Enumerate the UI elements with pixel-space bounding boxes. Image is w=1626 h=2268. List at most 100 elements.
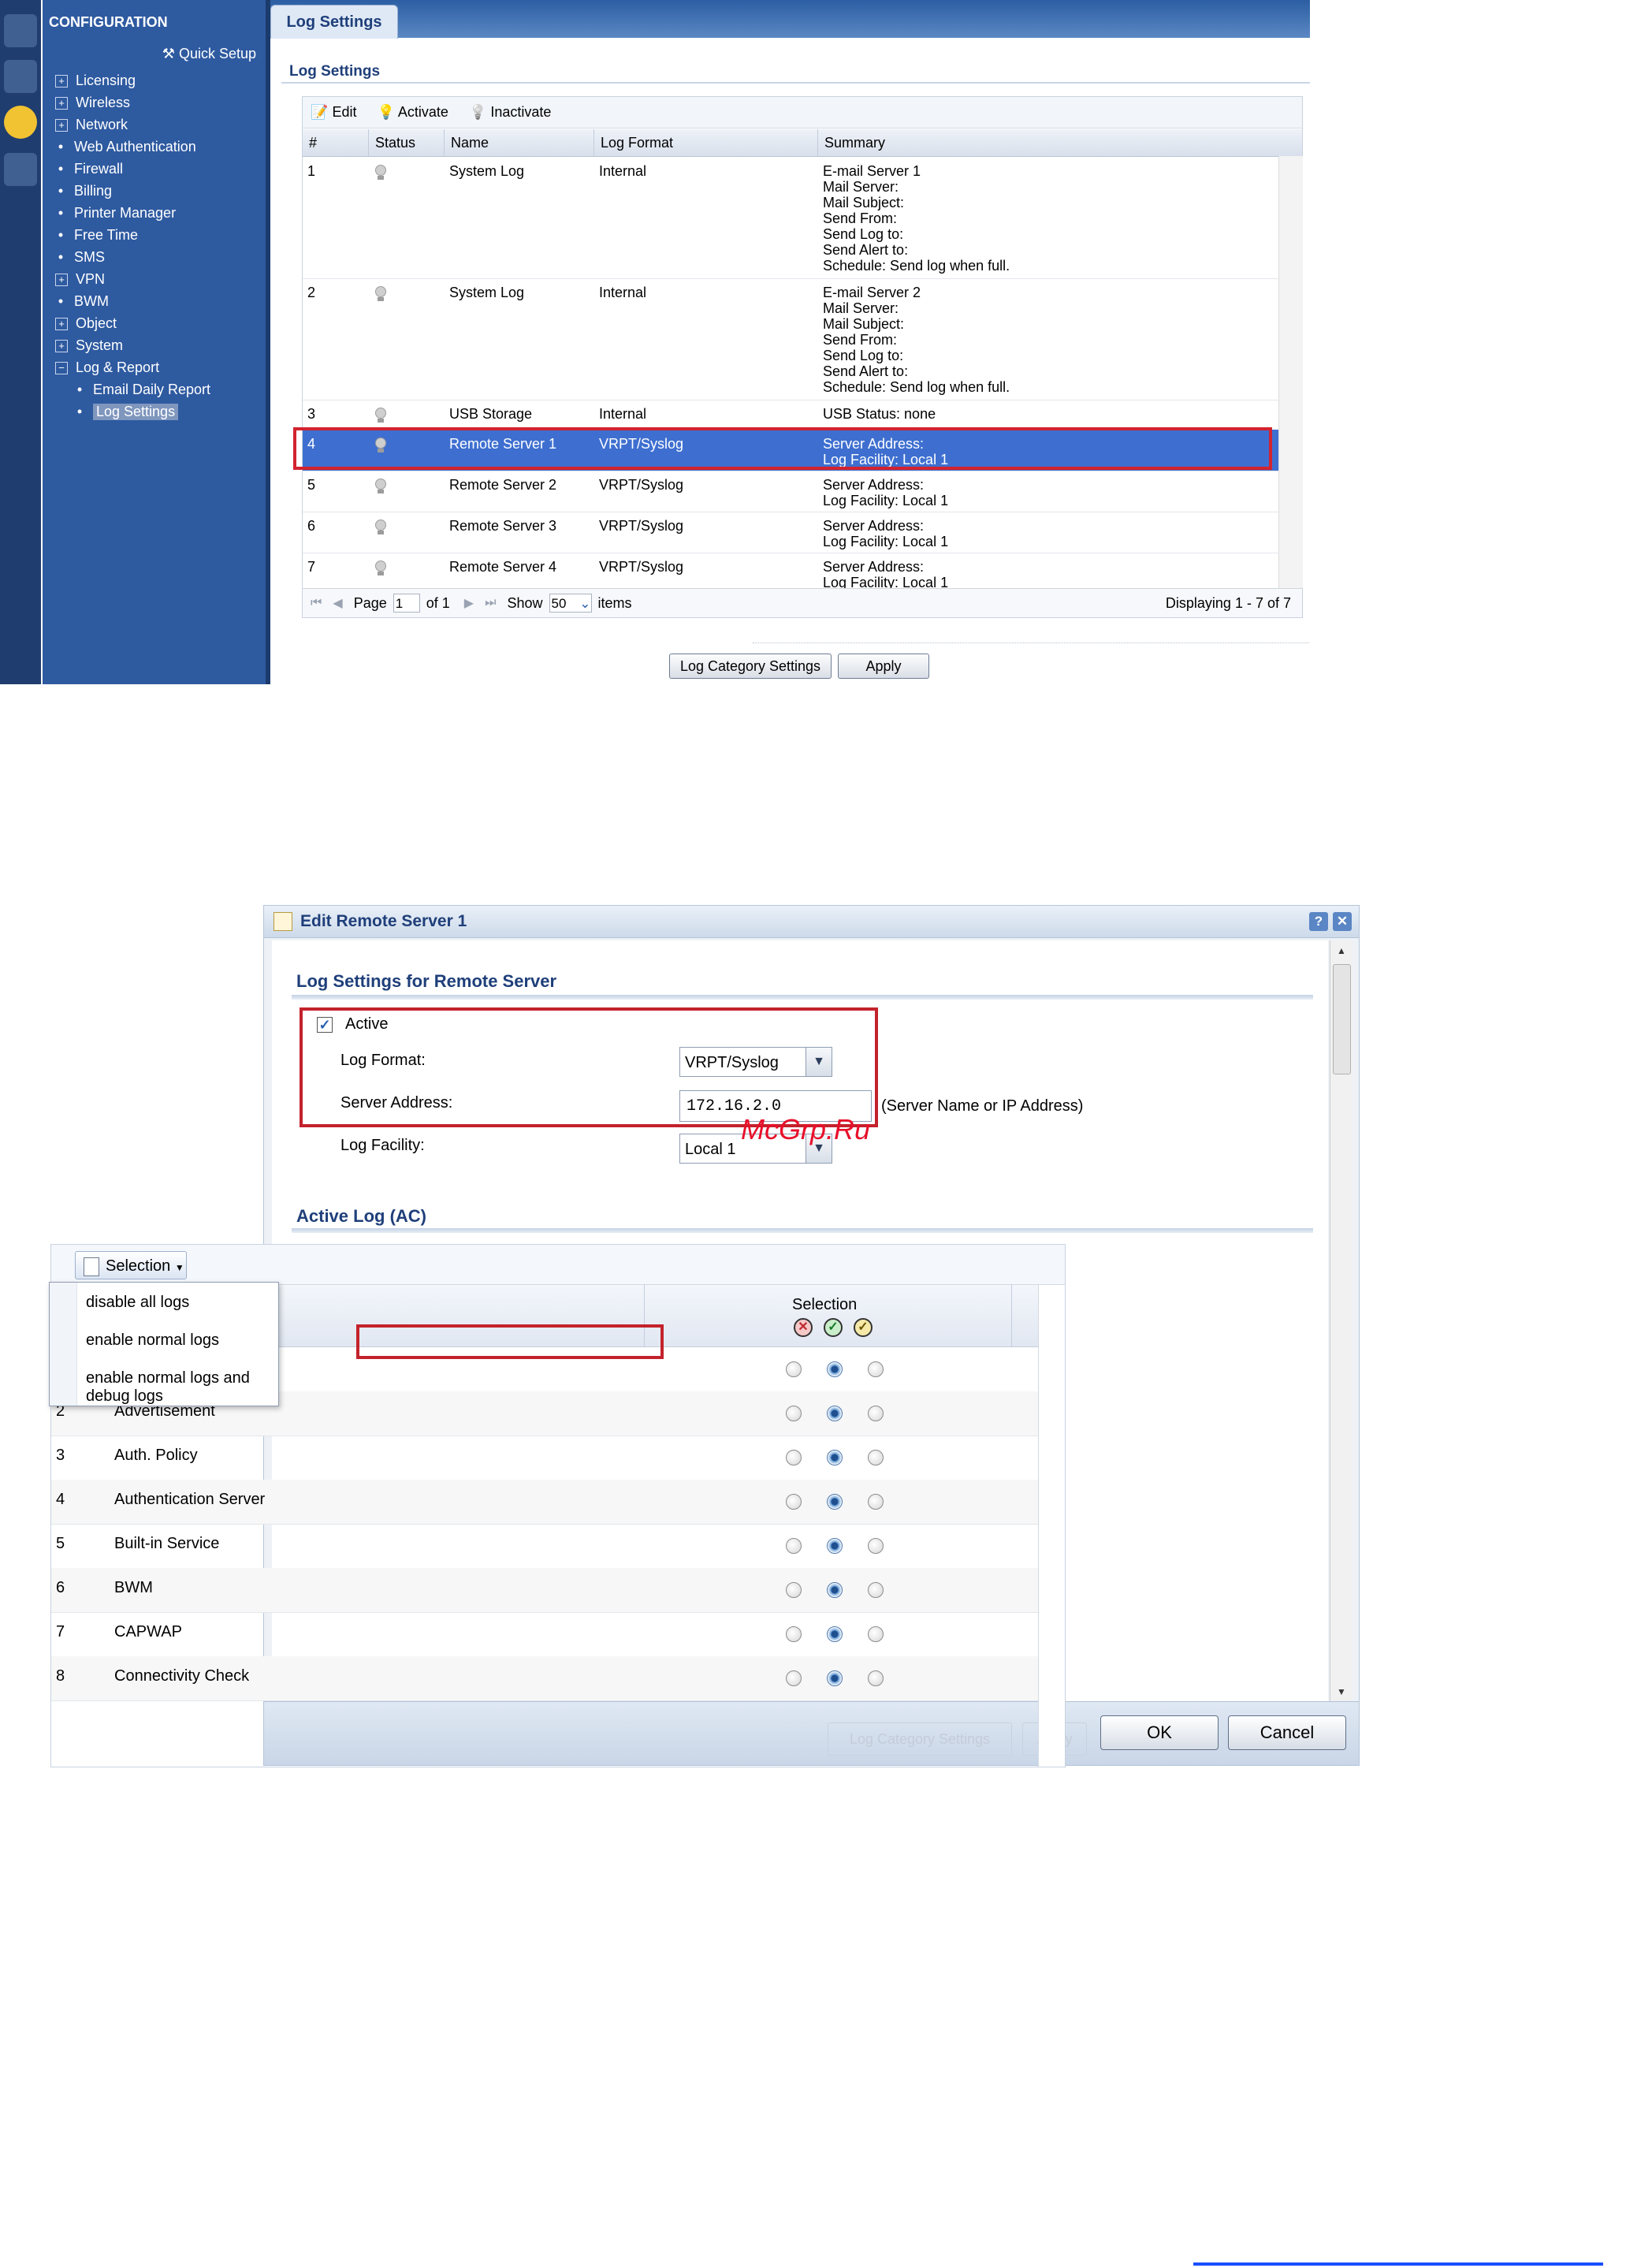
table-row[interactable]: 6 Remote Server 3 VRPT/Syslog Server Addres… xyxy=(303,512,1278,553)
expand-toggle-icon[interactable]: + xyxy=(55,339,68,352)
normal-radio[interactable] xyxy=(827,1450,843,1465)
sidebar-item[interactable]: + Wireless xyxy=(55,95,130,111)
scrollbar-thumb[interactable] xyxy=(1333,964,1351,1074)
debug-radio[interactable] xyxy=(868,1626,884,1642)
selection-button[interactable]: Selection ▼ xyxy=(75,1251,187,1279)
page-input[interactable]: 1 xyxy=(393,594,420,613)
expand-toggle-icon[interactable]: + xyxy=(55,317,68,330)
enable-debug-icon[interactable]: ✓ xyxy=(854,1318,873,1337)
table-row[interactable]: 1 System Log Internal E-mail Server 1 Mail … xyxy=(303,157,1278,279)
sidebar-item[interactable]: + System xyxy=(55,337,123,354)
sidebar-subitem[interactable]: • Email Daily Report xyxy=(74,382,210,398)
expand-toggle-icon[interactable]: + xyxy=(55,273,68,286)
sidebar-item[interactable]: • BWM xyxy=(55,293,109,310)
next-page-icon[interactable]: ▶ xyxy=(464,595,474,611)
selection-dropdown-menu: disable all logs enable normal logs enab… xyxy=(49,1282,279,1406)
dialog-scrollbar[interactable]: ▲ ▼ xyxy=(1330,940,1353,1701)
sidebar-item[interactable]: • SMS xyxy=(55,249,105,266)
disable-all-icon[interactable]: ✕ xyxy=(794,1318,813,1337)
sidebar-item[interactable]: + Licensing xyxy=(55,73,136,89)
disable-radio[interactable] xyxy=(786,1626,802,1642)
column-summary[interactable]: Summary xyxy=(818,129,1302,156)
debug-radio[interactable] xyxy=(868,1582,884,1598)
normal-radio[interactable] xyxy=(827,1626,843,1642)
debug-radio[interactable] xyxy=(868,1494,884,1510)
items-label: items xyxy=(597,594,632,611)
edit-button[interactable]: 📝 Edit xyxy=(311,104,356,121)
column-number[interactable]: # xyxy=(303,129,369,156)
normal-radio[interactable] xyxy=(827,1361,843,1377)
normal-radio[interactable] xyxy=(827,1494,843,1510)
sidebar-item[interactable]: • Web Authentication xyxy=(55,139,196,155)
sidebar-item[interactable]: + Object xyxy=(55,315,117,332)
expand-toggle-icon[interactable]: − xyxy=(55,361,68,374)
column-name[interactable]: Name xyxy=(445,129,594,156)
menu-item-disable-all[interactable]: disable all logs xyxy=(86,1294,189,1312)
tab-log-settings[interactable]: Log Settings xyxy=(270,5,398,39)
first-page-icon[interactable]: ⏮ xyxy=(311,596,322,610)
column-log-format[interactable]: Log Format xyxy=(594,129,818,156)
last-page-icon[interactable]: ⏭ xyxy=(485,596,496,610)
table-row[interactable]: 5 Remote Server 2 VRPT/Syslog Server Addres… xyxy=(303,471,1278,512)
scroll-down-icon[interactable]: ▼ xyxy=(1337,1686,1346,1697)
sidebar-item[interactable]: − Log & Report xyxy=(55,359,159,376)
column-status[interactable]: Status xyxy=(369,129,445,156)
table-row[interactable]: 3 USB Storage Internal USB Status: none xyxy=(303,400,1278,430)
sidebar-item[interactable]: + Network xyxy=(55,117,128,133)
apply-button[interactable]: Apply xyxy=(838,654,929,679)
debug-radio[interactable] xyxy=(868,1406,884,1421)
expand-toggle-icon[interactable]: + xyxy=(55,96,68,110)
debug-radio[interactable] xyxy=(868,1361,884,1377)
log-category-settings-button[interactable]: Log Category Settings xyxy=(669,654,832,679)
dashboard-icon[interactable] xyxy=(4,14,37,47)
menu-item-enable-debug[interactable]: enable normal logs and debug logs xyxy=(86,1369,278,1406)
quick-setup-link[interactable]: ⚒ Quick Setup xyxy=(162,46,256,62)
active-log-scrollbar[interactable] xyxy=(1038,1285,1065,1767)
expand-toggle-icon[interactable]: + xyxy=(55,118,68,132)
page-size-select[interactable]: 50 ⌄ xyxy=(549,594,592,613)
help-icon[interactable]: ? xyxy=(1309,912,1328,931)
inactivate-button[interactable]: 💡 Inactivate xyxy=(469,104,551,121)
row-name: Remote Server 4 xyxy=(449,559,557,575)
normal-radio[interactable] xyxy=(827,1582,843,1598)
ok-button[interactable]: OK xyxy=(1100,1715,1219,1750)
configuration-sidebar: CONFIGURATION ⚒ Quick Setup + Licensing + W… xyxy=(43,0,266,684)
normal-radio[interactable] xyxy=(827,1538,843,1554)
sidebar-item[interactable]: • Billing xyxy=(55,183,112,199)
normal-radio[interactable] xyxy=(827,1670,843,1686)
activate-button[interactable]: 💡 Activate xyxy=(377,104,448,121)
sidebar-subitem[interactable]: • Log Settings xyxy=(74,404,179,420)
expand-toggle-icon[interactable]: + xyxy=(55,74,68,88)
sidebar-item[interactable]: • Printer Manager xyxy=(55,205,176,222)
table-scrollbar[interactable] xyxy=(1278,156,1303,588)
disable-radio[interactable] xyxy=(786,1494,802,1510)
sidebar-item-label: Firewall xyxy=(74,161,124,177)
disable-radio[interactable] xyxy=(786,1582,802,1598)
scroll-up-icon[interactable]: ▲ xyxy=(1337,945,1346,956)
configuration-gear-icon[interactable] xyxy=(4,106,37,139)
sidebar-item[interactable]: • Free Time xyxy=(55,227,138,244)
disable-radio[interactable] xyxy=(786,1406,802,1421)
debug-radio[interactable] xyxy=(868,1538,884,1554)
enable-normal-icon[interactable]: ✓ xyxy=(824,1318,843,1337)
debug-radio[interactable] xyxy=(868,1450,884,1465)
row-name: USB Storage xyxy=(449,406,533,422)
monitor-icon[interactable] xyxy=(4,60,37,93)
table-row[interactable]: 2 System Log Internal E-mail Server 2 Mail … xyxy=(303,278,1278,400)
sidebar-item-label: Free Time xyxy=(74,227,139,243)
bullet-icon: • xyxy=(76,382,83,397)
close-icon[interactable]: ✕ xyxy=(1333,912,1352,931)
maintenance-icon[interactable] xyxy=(4,153,37,186)
sidebar-item[interactable]: • Firewall xyxy=(55,161,123,177)
disable-radio[interactable] xyxy=(786,1450,802,1465)
disable-radio[interactable] xyxy=(786,1670,802,1686)
debug-radio[interactable] xyxy=(868,1670,884,1686)
prev-page-icon[interactable]: ◀ xyxy=(333,595,342,611)
menu-item-enable-normal[interactable]: enable normal logs xyxy=(86,1331,219,1350)
sidebar-item[interactable]: + VPN xyxy=(55,271,105,288)
normal-radio[interactable] xyxy=(827,1406,843,1421)
disable-radio[interactable] xyxy=(786,1538,802,1554)
row-number: 3 xyxy=(307,406,316,422)
cancel-button[interactable]: Cancel xyxy=(1228,1715,1346,1750)
disable-radio[interactable] xyxy=(786,1361,802,1377)
